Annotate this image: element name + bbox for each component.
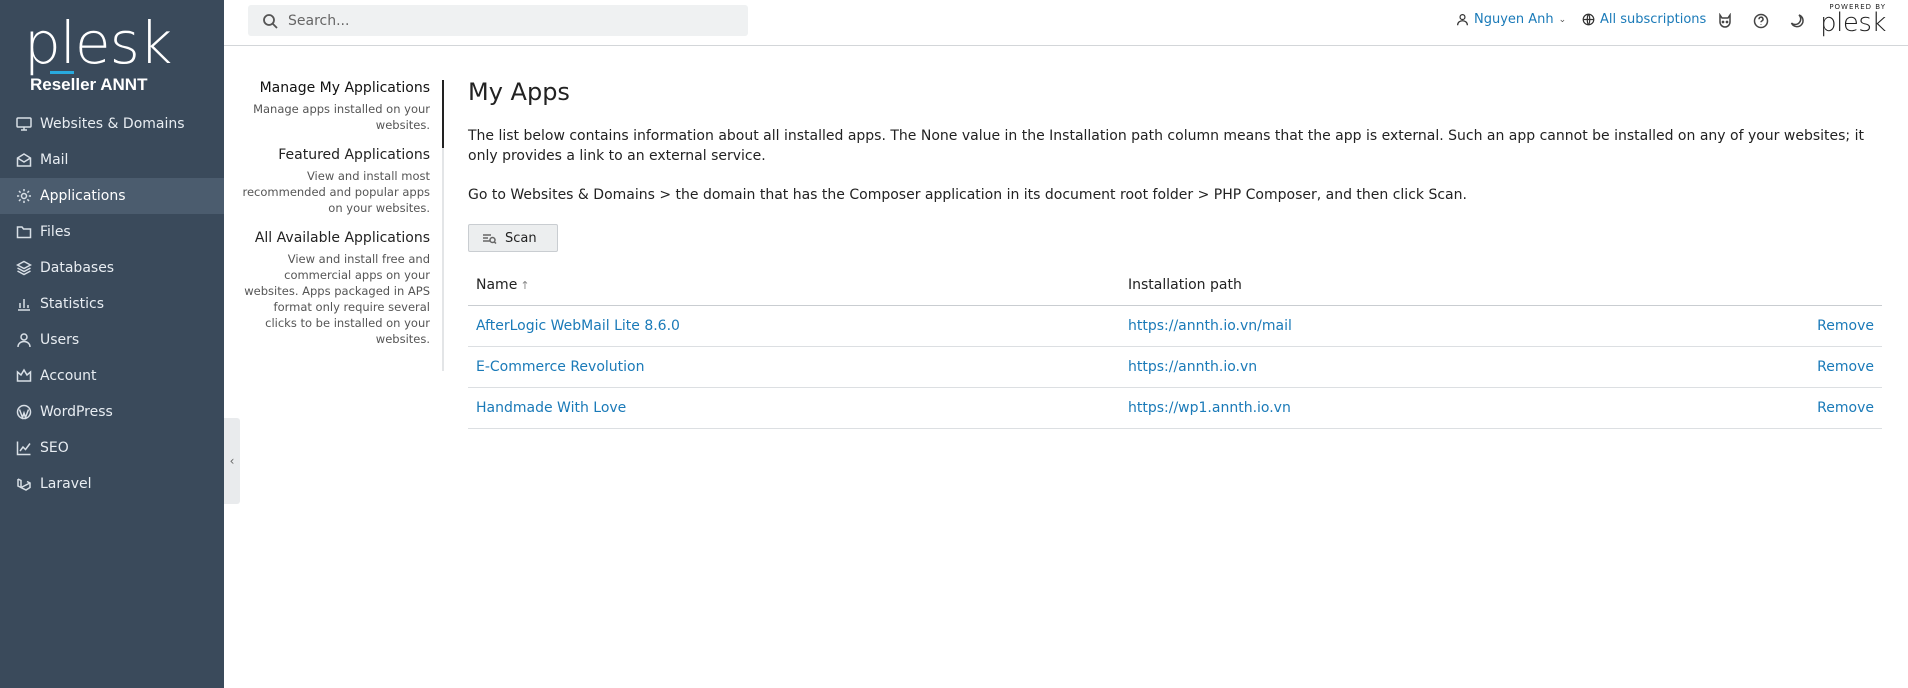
app-path-link[interactable]: https://annth.io.vn/mail (1128, 318, 1292, 334)
subnav-title[interactable]: Featured Applications (240, 147, 430, 163)
subnav-title[interactable]: All Available Applications (240, 230, 430, 246)
monitor-icon (16, 117, 32, 131)
app-path-link[interactable]: https://annth.io.vn (1128, 359, 1257, 375)
theme-toggle-button[interactable] (1788, 12, 1806, 30)
logo-underline (50, 71, 74, 74)
apps-table: Name ↑ Installation path AfterLogic WebMa… (468, 265, 1882, 429)
plesk-logo[interactable]: plesk (24, 14, 172, 72)
column-header-actions (1655, 265, 1882, 306)
subnav-desc: View and install free and commercial app… (244, 252, 430, 346)
envelope-icon (16, 153, 32, 167)
subnav-desc: View and install most recommended and po… (242, 169, 431, 215)
sidebar-nav: Websites & Domains Mail Applications Fil… (0, 106, 224, 502)
trend-icon (16, 441, 31, 456)
sidebar-item-label: Applications (40, 188, 126, 204)
sidebar-item-label: Mail (40, 152, 69, 168)
sidebar-item-label: Laravel (40, 476, 92, 492)
active-marker (442, 80, 444, 148)
app-name-link[interactable]: E-Commerce Revolution (476, 359, 644, 375)
sidebar-item-laravel[interactable]: Laravel (0, 466, 224, 502)
remove-link[interactable]: Remove (1817, 359, 1874, 375)
folder-icon (16, 226, 32, 239)
sidebar-item-users[interactable]: Users (0, 322, 224, 358)
search-box[interactable] (248, 5, 748, 36)
powered-by-logo: plesk (1820, 8, 1886, 38)
subscriptions-menu[interactable]: All subscriptions (1582, 12, 1706, 27)
user-icon (17, 333, 31, 348)
powered-by-plesk: POWERED BY plesk (1820, 3, 1886, 38)
scan-button[interactable]: Scan (468, 224, 558, 252)
table-header-row: Name ↑ Installation path (468, 265, 1882, 306)
subnav-featured-applications[interactable]: Featured Applications View and install m… (240, 147, 442, 216)
subnav-title[interactable]: Manage My Applications (240, 80, 430, 96)
main-content: My Apps The list below contains informat… (468, 78, 1882, 429)
gear-icon (17, 189, 31, 203)
help-button[interactable] (1752, 12, 1770, 30)
sidebar-item-label: Account (40, 368, 97, 384)
user-name: Nguyen Anh (1474, 12, 1554, 27)
scan-label: Scan (505, 230, 537, 246)
page-title: My Apps (468, 78, 570, 106)
account-name: Reseller ANNT (30, 75, 148, 94)
sidebar-item-label: SEO (40, 440, 69, 456)
sidebar-item-statistics[interactable]: Statistics (0, 286, 224, 322)
sidebar-item-seo[interactable]: SEO (0, 430, 224, 466)
subnav-all-available-applications[interactable]: All Available Applications View and inst… (240, 230, 442, 347)
sidebar-item-label: Websites & Domains (40, 116, 185, 132)
cat-icon-button[interactable] (1716, 12, 1734, 30)
sidebar-item-label: Users (40, 332, 80, 348)
search-input[interactable] (288, 12, 728, 29)
sidebar-item-websites-domains[interactable]: Websites & Domains (0, 106, 224, 142)
laravel-icon (17, 478, 31, 491)
sidebar: plesk Reseller ANNT Websites & Domains M… (0, 0, 224, 688)
chevron-down-icon: ⌄ (1558, 14, 1567, 25)
sidebar-item-account[interactable]: Account (0, 358, 224, 394)
remove-link[interactable]: Remove (1817, 318, 1874, 334)
sidebar-item-databases[interactable]: Databases (0, 250, 224, 286)
applications-subnav: Manage My Applications Manage apps insta… (240, 80, 444, 371)
table-row: AfterLogic WebMail Lite 8.6.0 https://an… (468, 305, 1882, 347)
sort-up-icon: ↑ (520, 278, 530, 292)
bar-chart-icon (18, 299, 30, 311)
user-menu[interactable]: Nguyen Anh ⌄ (1456, 12, 1566, 27)
moon-icon (1790, 14, 1804, 28)
sidebar-item-label: WordPress (40, 404, 113, 420)
table-row: Handmade With Love https://wp1.annth.io.… (468, 387, 1882, 429)
scan-icon (483, 234, 497, 245)
app-name-link[interactable]: Handmade With Love (476, 400, 626, 416)
sidebar-item-mail[interactable]: Mail (0, 142, 224, 178)
hint-text: Go to Websites & Domains > the domain th… (468, 187, 1467, 203)
wordpress-icon (16, 404, 32, 420)
app-path-link[interactable]: https://wp1.annth.io.vn (1128, 400, 1291, 416)
sidebar-item-label: Statistics (40, 296, 104, 312)
remove-link[interactable]: Remove (1817, 400, 1874, 416)
column-header-path[interactable]: Installation path (1120, 265, 1656, 306)
user-icon (1457, 14, 1468, 26)
search-icon (263, 13, 278, 29)
column-header-name[interactable]: Name ↑ (468, 265, 1120, 306)
layers-icon (16, 260, 32, 276)
app-name-link[interactable]: AfterLogic WebMail Lite 8.6.0 (476, 318, 680, 334)
subscriptions-label: All subscriptions (1600, 12, 1707, 27)
sidebar-item-label: Files (40, 224, 71, 240)
subnav-manage-my-applications[interactable]: Manage My Applications Manage apps insta… (240, 80, 442, 133)
crown-icon (16, 368, 32, 382)
sidebar-item-applications[interactable]: Applications (0, 178, 224, 214)
subnav-desc: Manage apps installed on your websites. (253, 102, 430, 132)
column-name-label: Name (476, 276, 518, 293)
chevron-left-icon: ‹ (229, 454, 235, 468)
sidebar-item-wordpress[interactable]: WordPress (0, 394, 224, 430)
sidebar-item-files[interactable]: Files (0, 214, 224, 250)
sidebar-collapse-handle[interactable]: ‹ (224, 418, 240, 504)
table-row: E-Commerce Revolution https://annth.io.v… (468, 346, 1882, 388)
help-icon (1753, 13, 1769, 29)
intro-text: The list below contains information abou… (468, 128, 1864, 164)
globe-icon (1582, 13, 1595, 26)
sidebar-item-label: Databases (40, 260, 115, 276)
topbar: Nguyen Anh ⌄ All subscriptions POWERED B… (224, 0, 1908, 46)
cat-icon (1719, 13, 1731, 28)
